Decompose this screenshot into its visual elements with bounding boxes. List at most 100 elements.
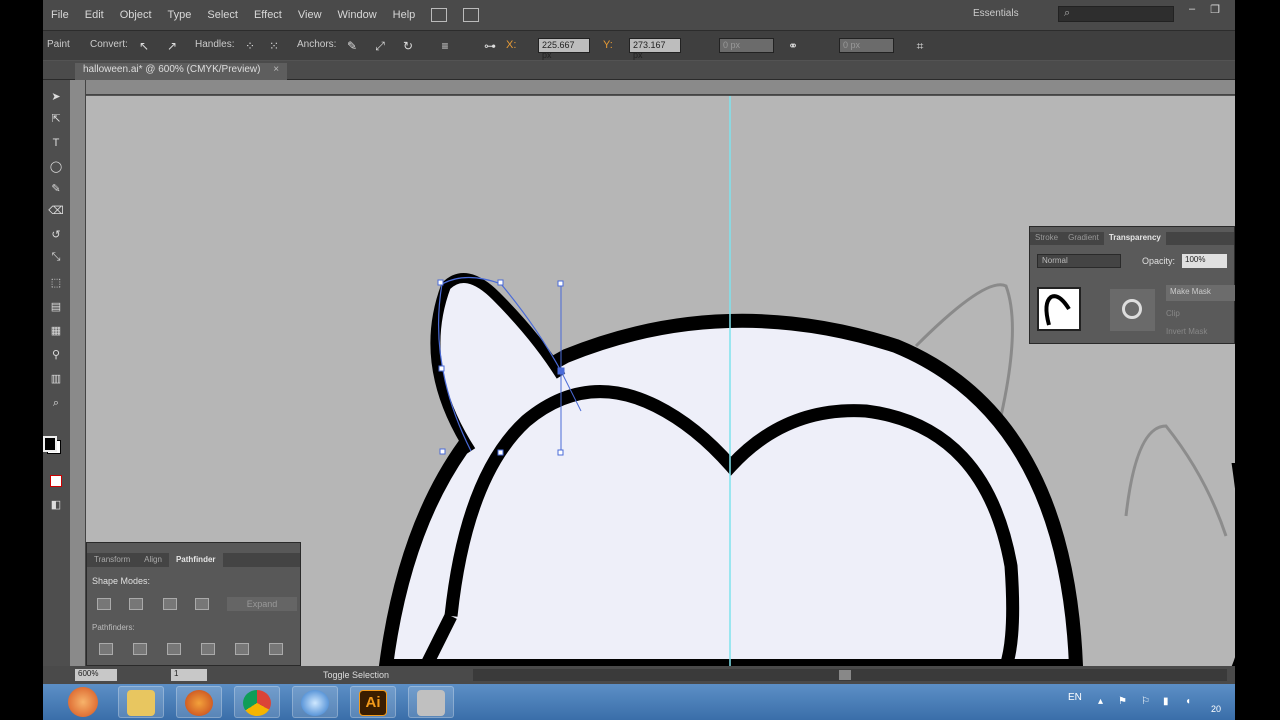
arrange-documents-icon[interactable] bbox=[463, 8, 480, 22]
selection-tool-icon[interactable]: ➤ bbox=[48, 90, 64, 104]
shape-builder-tool-icon[interactable]: ⬚ bbox=[48, 276, 64, 290]
mesh-tool-icon[interactable]: ▤ bbox=[48, 300, 64, 314]
anchor-point-selected[interactable] bbox=[557, 367, 565, 375]
zoom-tool-icon[interactable]: ⌕ bbox=[48, 396, 64, 410]
constrain-link-icon[interactable]: ⚭ bbox=[786, 39, 800, 53]
search-input[interactable]: ⌕ bbox=[1058, 6, 1174, 22]
taskbar-explorer[interactable] bbox=[118, 686, 164, 718]
tab-transparency[interactable]: Transparency bbox=[1103, 232, 1166, 245]
expand-button[interactable]: Expand bbox=[227, 597, 297, 611]
menu-select[interactable]: Select bbox=[199, 9, 246, 21]
taskbar-network-app[interactable] bbox=[292, 686, 338, 718]
hide-handles-icon[interactable]: ⁙ bbox=[267, 39, 281, 53]
mask-thumbnail[interactable] bbox=[1110, 289, 1155, 331]
anchor-point[interactable] bbox=[438, 365, 445, 372]
scrollbar-thumb[interactable] bbox=[839, 670, 851, 680]
gradient-tool-icon[interactable]: ▦ bbox=[48, 324, 64, 338]
pencil-tool-icon[interactable]: ✎ bbox=[48, 182, 64, 196]
artboard-number-field[interactable]: 1 bbox=[171, 669, 207, 681]
opacity-field[interactable]: 100% bbox=[1182, 254, 1227, 268]
none-color-icon[interactable] bbox=[50, 475, 62, 487]
flag-icon[interactable]: ⚑ bbox=[1118, 696, 1128, 707]
direct-selection-tool-icon[interactable]: ⇱ bbox=[48, 112, 64, 126]
menu-help[interactable]: Help bbox=[385, 9, 424, 21]
make-mask-button[interactable]: Make Mask bbox=[1166, 285, 1235, 301]
unite-icon[interactable] bbox=[97, 598, 111, 610]
blend-mode-select[interactable]: Normal bbox=[1037, 254, 1121, 268]
draw-mode-icon[interactable]: ◧ bbox=[48, 498, 64, 512]
y-coordinate-field[interactable]: 273.167 px bbox=[629, 38, 681, 60]
tab-gradient[interactable]: Gradient bbox=[1063, 232, 1104, 245]
remove-anchor-icon[interactable]: ✎ bbox=[345, 39, 359, 53]
intersect-icon[interactable] bbox=[163, 598, 177, 610]
menu-view[interactable]: View bbox=[290, 9, 330, 21]
cut-path-icon[interactable]: ↻ bbox=[401, 39, 415, 53]
clip-checkbox[interactable]: Clip bbox=[1166, 309, 1235, 318]
menu-file[interactable]: File bbox=[43, 9, 77, 21]
anchor-point[interactable] bbox=[439, 448, 446, 455]
rotate-tool-icon[interactable]: ↺ bbox=[48, 228, 64, 242]
convert-corner-icon[interactable]: ↖ bbox=[137, 39, 151, 53]
ellipse-tool-icon[interactable]: ◯ bbox=[48, 160, 64, 174]
isolate-icon[interactable]: ⌗ bbox=[913, 39, 927, 53]
eraser-tool-icon[interactable]: ⌫ bbox=[48, 204, 64, 218]
trim-icon[interactable] bbox=[133, 643, 147, 655]
type-tool-icon[interactable]: T bbox=[48, 136, 64, 150]
width-field[interactable]: 0 px bbox=[719, 38, 774, 53]
invert-mask-checkbox[interactable]: Invert Mask bbox=[1166, 327, 1235, 336]
menu-effect[interactable]: Effect bbox=[246, 9, 290, 21]
align-anchors-icon[interactable]: ≡ bbox=[438, 39, 452, 53]
anchor-point[interactable] bbox=[497, 449, 504, 456]
x-coordinate-field[interactable]: 225.667 px bbox=[538, 38, 590, 60]
vertical-ruler[interactable] bbox=[70, 80, 86, 666]
restore-icon[interactable]: ❐ bbox=[1206, 3, 1224, 17]
tab-transform[interactable]: Transform bbox=[87, 553, 137, 567]
height-field[interactable]: 0 px bbox=[839, 38, 894, 53]
eyedropper-tool-icon[interactable]: ⚲ bbox=[48, 348, 64, 362]
document-tab[interactable]: halloween.ai* @ 600% (CMYK/Preview) × bbox=[75, 63, 288, 80]
menu-type[interactable]: Type bbox=[160, 9, 200, 21]
stroke-swatch[interactable] bbox=[43, 436, 57, 452]
close-icon[interactable]: × bbox=[273, 64, 279, 75]
graph-tool-icon[interactable]: ▥ bbox=[48, 372, 64, 386]
zoom-level-field[interactable]: 600% bbox=[75, 669, 117, 681]
action-center-icon[interactable]: ⚐ bbox=[1141, 696, 1151, 707]
free-transform-tool-icon[interactable]: ⤡ bbox=[48, 250, 64, 264]
tab-pathfinder[interactable]: Pathfinder bbox=[168, 553, 223, 567]
menu-window[interactable]: Window bbox=[330, 9, 385, 21]
taskbar-illustrator[interactable]: Ai bbox=[350, 686, 396, 718]
show-handles-icon[interactable]: ⁘ bbox=[243, 39, 257, 53]
merge-icon[interactable] bbox=[167, 643, 181, 655]
tab-align[interactable]: Align bbox=[137, 553, 169, 567]
reference-point-icon[interactable]: ⊶ bbox=[483, 39, 497, 53]
minus-back-icon[interactable] bbox=[269, 643, 283, 655]
start-button[interactable] bbox=[68, 687, 98, 717]
taskbar-firefox[interactable] bbox=[176, 686, 222, 718]
minus-front-icon[interactable] bbox=[129, 598, 143, 610]
status-text[interactable]: Toggle Selection bbox=[323, 670, 389, 680]
outline-icon[interactable] bbox=[235, 643, 249, 655]
crop-icon[interactable] bbox=[201, 643, 215, 655]
anchor-point[interactable] bbox=[497, 279, 504, 286]
connect-anchor-icon[interactable]: ⤢ bbox=[373, 39, 387, 53]
minimize-icon[interactable]: – bbox=[1183, 3, 1201, 17]
anchor-point[interactable] bbox=[557, 449, 564, 456]
taskbar-chrome[interactable] bbox=[234, 686, 280, 718]
taskbar-other-app[interactable] bbox=[408, 686, 454, 718]
divide-icon[interactable] bbox=[99, 643, 113, 655]
network-icon[interactable]: ▮ bbox=[1163, 696, 1173, 707]
tab-stroke[interactable]: Stroke bbox=[1030, 232, 1063, 245]
horizontal-ruler[interactable] bbox=[86, 80, 1235, 95]
convert-smooth-icon[interactable]: ↗ bbox=[165, 39, 179, 53]
horizontal-scrollbar[interactable] bbox=[473, 669, 1227, 681]
show-hidden-icons-icon[interactable]: ▴ bbox=[1098, 696, 1108, 707]
exclude-icon[interactable] bbox=[195, 598, 209, 610]
language-indicator[interactable]: EN bbox=[1068, 692, 1082, 703]
volume-icon[interactable]: ◖ bbox=[1185, 696, 1195, 707]
object-thumbnail[interactable] bbox=[1037, 287, 1081, 331]
workspace-switcher[interactable]: Essentials bbox=[973, 8, 1019, 19]
menu-object[interactable]: Object bbox=[112, 9, 160, 21]
bridge-icon[interactable] bbox=[431, 8, 448, 22]
clock[interactable]: 20 bbox=[1211, 704, 1221, 714]
anchor-point[interactable] bbox=[557, 280, 564, 287]
